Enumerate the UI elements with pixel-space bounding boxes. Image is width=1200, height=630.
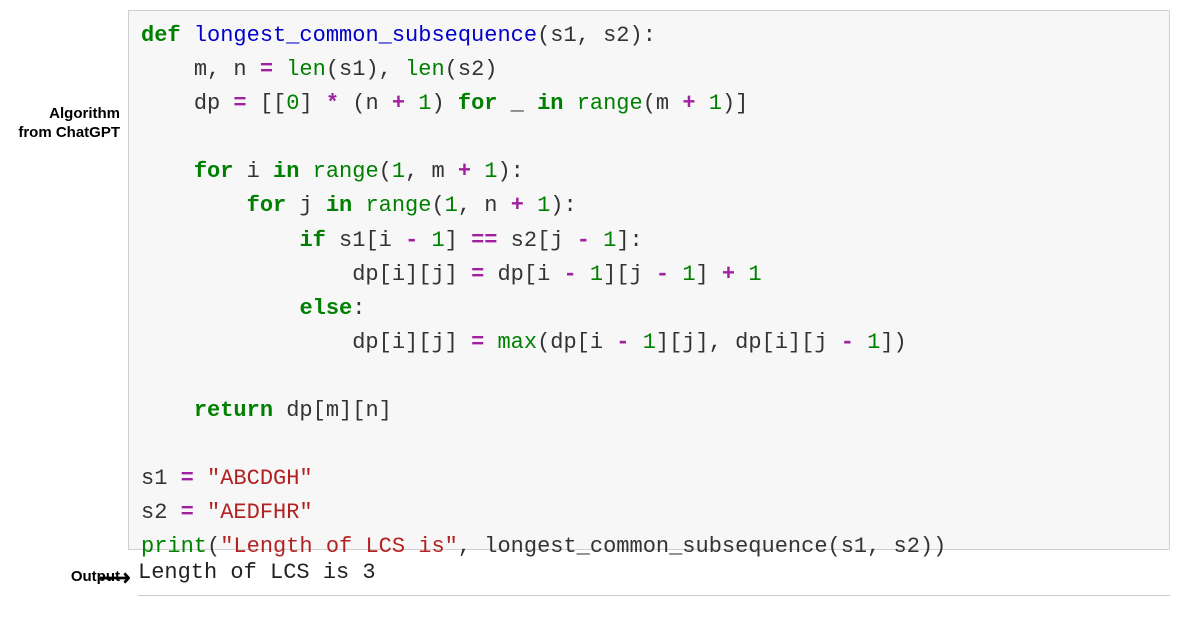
string-literal: "ABCDGH": [194, 466, 313, 491]
expr: ][j: [603, 262, 656, 287]
punc: (s1),: [326, 57, 405, 82]
op-eq: =: [260, 57, 273, 82]
builtin-range: range: [564, 91, 643, 116]
keyword-return: return: [194, 398, 273, 423]
punc: (: [207, 534, 220, 559]
expr: dp[i][j]: [352, 262, 471, 287]
op-plus: +: [722, 262, 735, 287]
punc: (s2): [445, 57, 498, 82]
num-one: 1: [682, 262, 695, 287]
punc: , m: [405, 159, 458, 184]
keyword-for: for: [247, 193, 287, 218]
builtin-len: len: [273, 57, 326, 82]
punc: (n: [339, 91, 392, 116]
num-one: 1: [748, 262, 761, 287]
op-eq: =: [471, 330, 484, 355]
op-plus: +: [392, 91, 405, 116]
num-one: 1: [445, 193, 458, 218]
punc: [[: [247, 91, 287, 116]
keyword-else: else: [299, 296, 352, 321]
function-name: longest_common_subsequence: [194, 23, 537, 48]
punc: )]: [722, 91, 748, 116]
builtin-len: len: [405, 57, 445, 82]
expr: dp[i: [484, 262, 563, 287]
punc: ):: [550, 193, 576, 218]
var-i: i: [233, 159, 273, 184]
var: _: [497, 91, 537, 116]
expr: dp[m][n]: [273, 398, 392, 423]
op-minus: -: [841, 330, 854, 355]
punc: :: [352, 296, 365, 321]
punc: , n: [458, 193, 511, 218]
punc: ]: [696, 262, 722, 287]
expr: dp[i][j]: [352, 330, 471, 355]
op-plus: +: [511, 193, 524, 218]
punc: ]: [445, 228, 471, 253]
op-minus: -: [563, 262, 576, 287]
op-eq: =: [181, 500, 194, 525]
output-text: Length of LCS is 3: [138, 560, 1170, 596]
punc: ]: [299, 91, 325, 116]
num-one: 1: [392, 159, 405, 184]
label-algorithm: Algorithmfrom ChatGPT: [0, 105, 120, 143]
op-minus: -: [656, 262, 669, 287]
punc: ]): [880, 330, 906, 355]
keyword-for: for: [458, 91, 498, 116]
expr: s2[j: [497, 228, 576, 253]
punc: (: [431, 193, 444, 218]
op-plus: +: [682, 91, 695, 116]
punc: , longest_common_subsequence(s1, s2)): [458, 534, 946, 559]
op-minus: -: [405, 228, 418, 253]
op-star: *: [326, 91, 339, 116]
op-eqeq: ==: [471, 228, 497, 253]
params: (s1, s2):: [537, 23, 656, 48]
builtin-print: print: [141, 534, 207, 559]
var-j: j: [286, 193, 326, 218]
num-one: 1: [867, 330, 880, 355]
punc: ): [431, 91, 457, 116]
num-one: 1: [590, 262, 603, 287]
code-block: def longest_common_subsequence(s1, s2): …: [128, 10, 1170, 550]
var-s2: s2: [141, 500, 181, 525]
keyword-in: in: [537, 91, 563, 116]
dp-var: dp: [194, 91, 234, 116]
num-one: 1: [484, 159, 497, 184]
punc: ]:: [616, 228, 642, 253]
keyword-in: in: [326, 193, 352, 218]
expr: ][j], dp[i][j: [656, 330, 841, 355]
builtin-range: range: [299, 159, 378, 184]
expr: s1[i: [326, 228, 405, 253]
num-one: 1: [537, 193, 550, 218]
punc: (: [379, 159, 392, 184]
num-zero: 0: [286, 91, 299, 116]
keyword-if: if: [299, 228, 325, 253]
op-eq: =: [471, 262, 484, 287]
num-one: 1: [643, 330, 656, 355]
op-eq: =: [181, 466, 194, 491]
punc: ):: [497, 159, 523, 184]
keyword-in: in: [273, 159, 299, 184]
builtin-range: range: [352, 193, 431, 218]
num-one: 1: [418, 91, 431, 116]
op-minus: -: [577, 228, 590, 253]
string-literal: "AEDFHR": [194, 500, 313, 525]
expr: (dp[i: [537, 330, 616, 355]
builtin-max: max: [484, 330, 537, 355]
op-plus: +: [458, 159, 471, 184]
keyword-for: for: [194, 159, 234, 184]
punc: (m: [643, 91, 683, 116]
op-minus: -: [616, 330, 629, 355]
num-one: 1: [431, 228, 444, 253]
num-one: 1: [709, 91, 722, 116]
var-s1: s1: [141, 466, 181, 491]
num-one: 1: [603, 228, 616, 253]
keyword-def: def: [141, 23, 181, 48]
mn-vars: m, n: [194, 57, 260, 82]
op-eq: =: [233, 91, 246, 116]
string-literal: "Length of LCS is": [220, 534, 458, 559]
arrow-icon: ⟶: [99, 565, 131, 591]
